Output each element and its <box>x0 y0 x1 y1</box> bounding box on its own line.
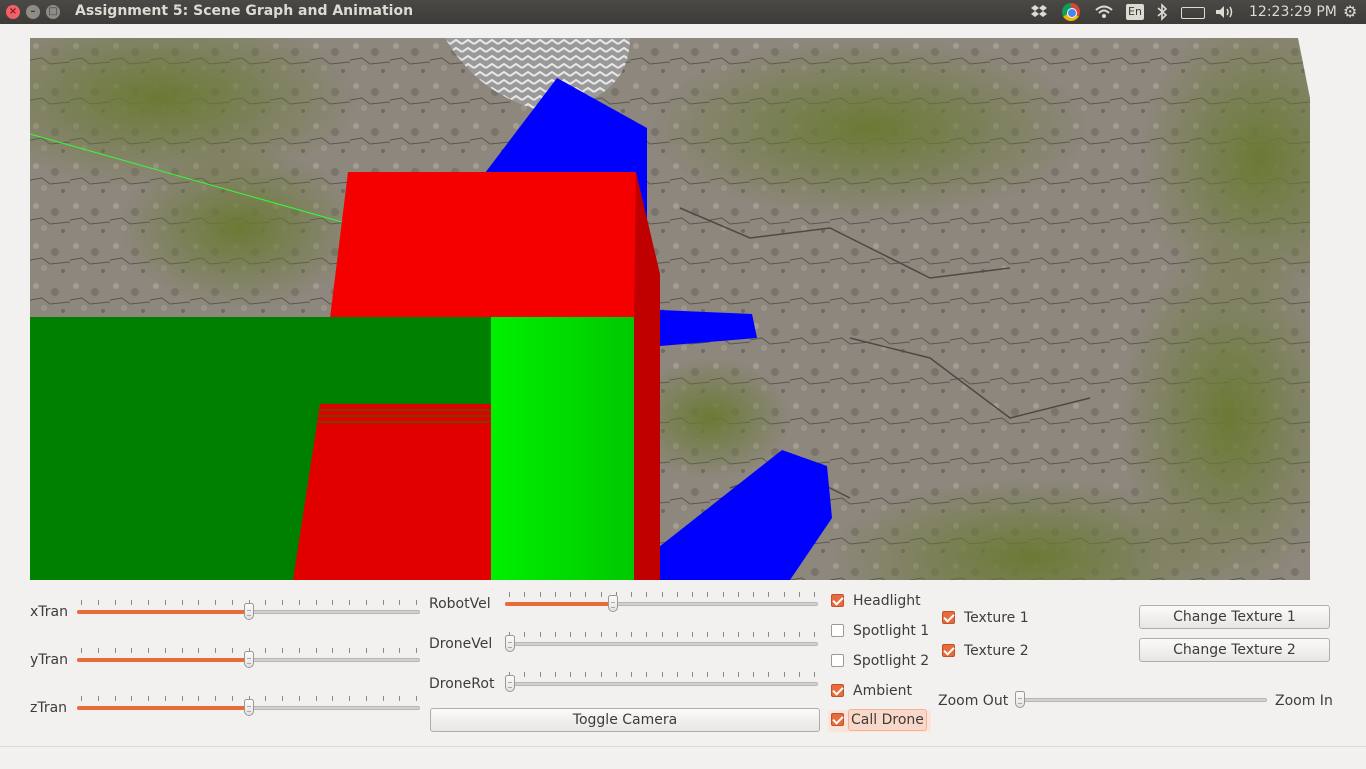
call-drone-checkbox-box[interactable] <box>831 713 844 726</box>
zoom-in-label: Zoom In <box>1275 693 1333 709</box>
ytran-slider[interactable] <box>77 648 420 672</box>
texture1-label: Texture 1 <box>964 610 1029 626</box>
settings-gear-icon[interactable]: ⚙ <box>1343 3 1361 21</box>
spotlight2-checkbox-box[interactable] <box>831 654 844 667</box>
window-close-button[interactable]: × <box>6 5 20 19</box>
ytran-slider-handle[interactable] <box>243 651 254 668</box>
dronerot-slider-handle[interactable] <box>505 675 515 692</box>
dronevel-label: DroneVel <box>429 636 493 652</box>
texture2-label: Texture 2 <box>964 643 1029 659</box>
ztran-slider-handle[interactable] <box>243 699 254 716</box>
spotlight1-checkbox-box[interactable] <box>831 624 844 637</box>
zoom-out-label: Zoom Out <box>938 693 1009 709</box>
change-texture-1-button[interactable]: Change Texture 1 <box>1139 605 1330 629</box>
window-title: Assignment 5: Scene Graph and Animation <box>75 3 414 19</box>
dronerot-label: DroneRot <box>429 676 495 692</box>
toggle-camera-button[interactable]: Toggle Camera <box>430 708 820 732</box>
ambient-label: Ambient <box>853 683 912 699</box>
scene-viewport[interactable] <box>30 38 1310 580</box>
dronevel-slider[interactable] <box>505 632 818 656</box>
clock[interactable]: 12:23:29 PM <box>1249 3 1337 21</box>
dropbox-icon[interactable] <box>1030 3 1048 21</box>
scene-render <box>30 38 1310 580</box>
zoom-slider-handle[interactable] <box>1015 691 1025 708</box>
spotlight1-label: Spotlight 1 <box>853 623 930 639</box>
ambient-checkbox-box[interactable] <box>831 684 844 697</box>
change-texture-2-button[interactable]: Change Texture 2 <box>1139 638 1330 662</box>
battery-icon[interactable] <box>1181 7 1205 19</box>
xtran-label: xTran <box>30 604 68 620</box>
ytran-label: yTran <box>30 652 68 668</box>
window-maximize-button[interactable]: □ <box>46 5 60 19</box>
zoom-slider[interactable] <box>1015 688 1267 712</box>
dronevel-slider-handle[interactable] <box>505 635 515 652</box>
robotvel-label: RobotVel <box>429 596 491 612</box>
top-panel: × – □ Assignment 5: Scene Graph and Anim… <box>0 0 1366 24</box>
spotlight1-checkbox[interactable]: Spotlight 1 <box>831 621 931 643</box>
texture1-checkbox[interactable]: Texture 1 <box>942 608 1042 630</box>
wifi-icon[interactable] <box>1094 3 1114 21</box>
ambient-checkbox[interactable]: Ambient <box>831 681 931 703</box>
spotlight2-label: Spotlight 2 <box>853 653 930 669</box>
headlight-label: Headlight <box>853 593 921 609</box>
robotvel-slider-handle[interactable] <box>608 595 619 612</box>
call-drone-label: Call Drone <box>848 709 927 731</box>
texture2-checkbox-box[interactable] <box>942 644 955 657</box>
call-drone-checkbox[interactable]: Call Drone <box>828 709 931 732</box>
ztran-slider[interactable] <box>77 696 420 720</box>
bluetooth-icon[interactable] <box>1156 3 1168 21</box>
robotvel-slider[interactable] <box>505 592 818 616</box>
ztran-label: zTran <box>30 700 68 716</box>
chrome-icon[interactable] <box>1062 3 1080 21</box>
xtran-slider[interactable] <box>77 600 420 624</box>
dronerot-slider[interactable] <box>505 672 818 696</box>
headlight-checkbox-box[interactable] <box>831 594 844 607</box>
keyboard-language-icon[interactable]: En <box>1126 4 1144 20</box>
status-bar <box>0 746 1366 769</box>
texture2-checkbox[interactable]: Texture 2 <box>942 641 1042 663</box>
xtran-slider-handle[interactable] <box>243 603 254 620</box>
window-minimize-button[interactable]: – <box>26 5 40 19</box>
spotlight2-checkbox[interactable]: Spotlight 2 <box>831 651 931 673</box>
headlight-checkbox[interactable]: Headlight <box>831 591 931 613</box>
volume-icon[interactable] <box>1214 3 1236 21</box>
texture1-checkbox-box[interactable] <box>942 611 955 624</box>
